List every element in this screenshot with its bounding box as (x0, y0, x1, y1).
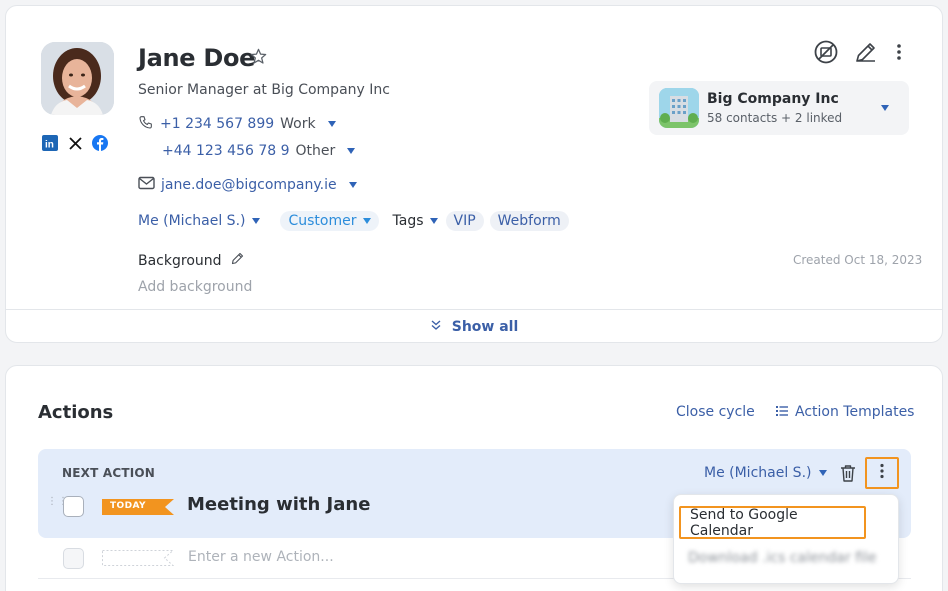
action-owner-select[interactable]: Me (Michael S.) (704, 465, 828, 481)
company-building-icon (659, 88, 699, 128)
new-action-checkbox (63, 548, 84, 569)
close-cycle-link[interactable]: Close cycle (676, 404, 755, 420)
email-caret-icon[interactable] (348, 182, 357, 188)
social-links: in (42, 135, 108, 151)
send-to-google-calendar-item[interactable]: Send to Google Calendar (679, 506, 866, 539)
more-options-icon[interactable] (894, 42, 904, 66)
email-address[interactable]: jane.doe@bigcompany.ie (161, 177, 337, 193)
phone-icon (138, 114, 154, 134)
contact-job-title: Senior Manager at Big Company Inc (138, 82, 390, 98)
action-more-button[interactable] (865, 457, 899, 489)
no-calendar-icon[interactable] (814, 40, 838, 68)
contact-toolbar (814, 40, 904, 68)
new-action-input[interactable]: Enter a new Action... (188, 549, 334, 565)
list-icon (776, 404, 788, 420)
phone-type-1: Work (280, 116, 316, 132)
phone-type-1-caret-icon[interactable] (327, 121, 336, 127)
phone-row-2: +44 123 456 78 9 Other (162, 143, 356, 159)
avatar[interactable] (41, 42, 114, 115)
company-name[interactable]: Big Company Inc (707, 91, 839, 107)
tag-webform[interactable]: Webform (489, 211, 569, 231)
x-icon[interactable] (67, 135, 83, 151)
company-summary: 58 contacts + 2 linked (707, 111, 843, 125)
linkedin-icon[interactable]: in (42, 135, 58, 151)
trash-icon[interactable] (840, 464, 856, 486)
today-badge: TODAY (102, 499, 174, 515)
status-chip[interactable]: Customer (280, 211, 379, 231)
owner-select[interactable]: Me (Michael S.) (138, 213, 245, 229)
contact-meta-row: Me (Michael S.) Customer Tags VIP Webfor… (138, 211, 569, 231)
kebab-menu-icon (879, 463, 885, 483)
contact-name: Jane Doe (138, 44, 256, 72)
company-caret-icon[interactable] (881, 105, 889, 111)
svg-text:in: in (45, 140, 54, 151)
action-checkbox[interactable] (63, 496, 84, 517)
show-all-button[interactable]: Show all (6, 309, 942, 343)
tags-label: Tags (392, 213, 424, 229)
edit-background-icon[interactable] (230, 251, 245, 270)
show-all-label: Show all (451, 318, 519, 335)
phone-number-2[interactable]: +44 123 456 78 9 (162, 143, 290, 159)
action-owner-label: Me (Michael S.) (704, 465, 812, 481)
status-label: Customer (288, 213, 357, 229)
linked-company-card[interactable]: Big Company Inc 58 contacts + 2 linked (649, 81, 909, 135)
chevrons-down-icon (430, 319, 442, 335)
background-label: Background (138, 252, 222, 269)
action-more-menu: Send to Google Calendar Download .ics ca… (673, 494, 899, 584)
phone-type-2-caret-icon[interactable] (347, 148, 356, 154)
today-badge-label: TODAY (110, 501, 146, 511)
tags-caret-icon[interactable] (429, 218, 438, 224)
created-date: Created Oct 18, 2023 (793, 253, 923, 267)
favorite-star-icon[interactable] (249, 47, 268, 70)
action-owner-caret-icon (819, 470, 828, 476)
actions-title: Actions (38, 402, 114, 423)
download-ics-item[interactable]: Download .ics calendar file (688, 550, 876, 566)
phone-row-1: +1 234 567 899 Work (138, 114, 336, 134)
edit-contact-icon[interactable] (854, 40, 878, 68)
status-caret-icon (362, 218, 371, 224)
actions-card: Actions Close cycle Action Templates NEX… (5, 365, 943, 591)
phone-type-2: Other (295, 143, 336, 159)
action-templates-label: Action Templates (795, 404, 915, 420)
contact-card: in Jane Doe Senior Manager at Big Compan… (5, 5, 943, 343)
email-row: jane.doe@bigcompany.ie (138, 176, 357, 194)
add-background-field[interactable]: Add background (138, 279, 252, 295)
phone-number-1[interactable]: +1 234 567 899 (160, 116, 274, 132)
action-title[interactable]: Meeting with Jane (187, 494, 370, 515)
background-header: Background (138, 251, 245, 270)
facebook-icon[interactable] (92, 135, 108, 151)
tag-vip[interactable]: VIP (445, 211, 484, 231)
new-action-badge-outline (102, 550, 175, 570)
owner-caret-icon[interactable] (252, 218, 261, 224)
mail-icon (138, 176, 155, 194)
action-templates-link[interactable]: Action Templates (776, 404, 914, 420)
next-action-label: NEXT ACTION (62, 466, 156, 480)
